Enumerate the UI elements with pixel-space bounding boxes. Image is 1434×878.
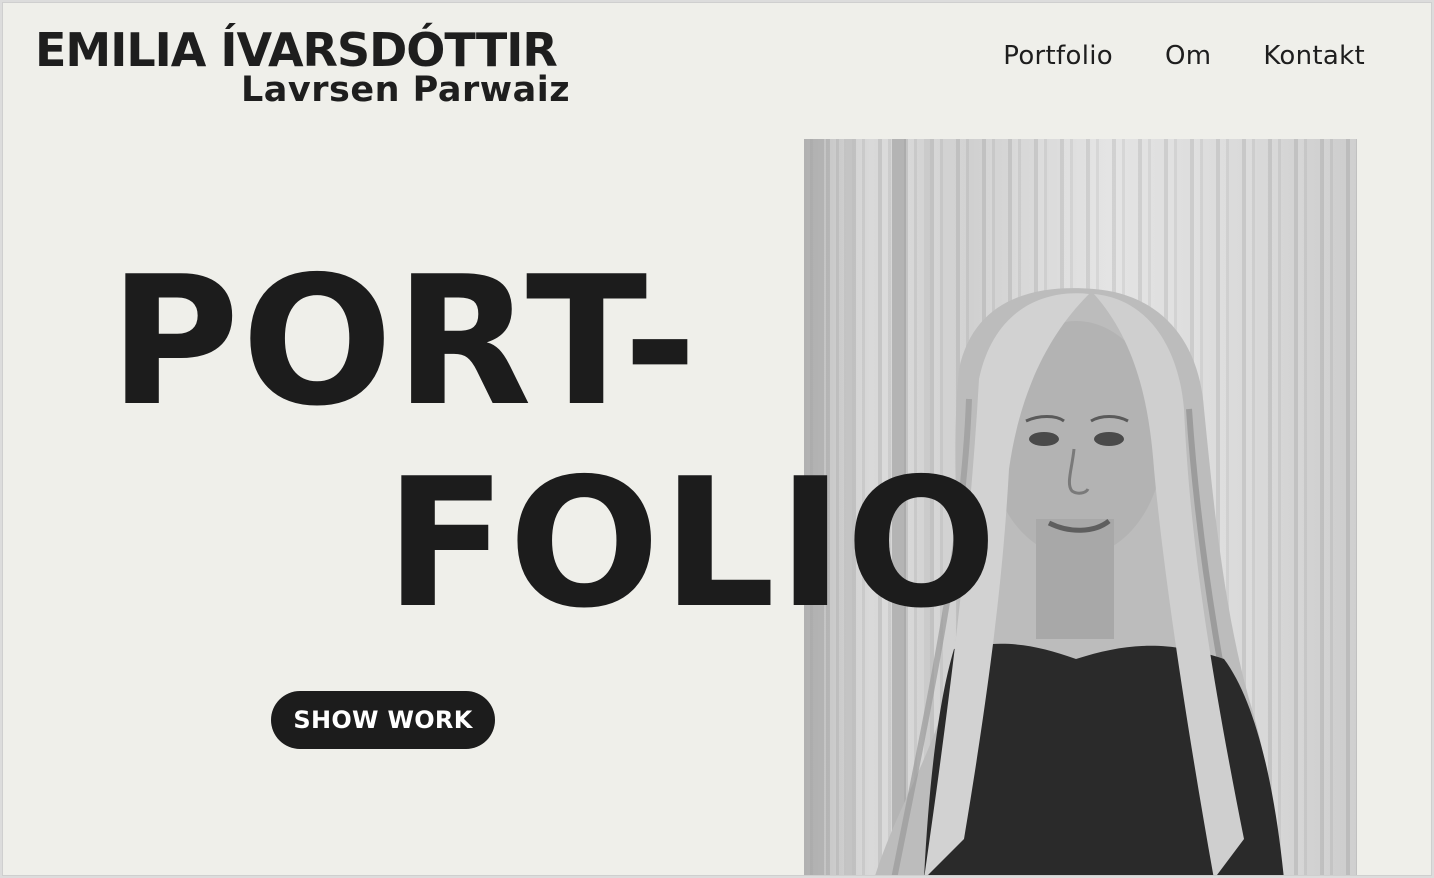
logo-name-line1: EMILIA ÍVARSDÓTTIR: [35, 23, 558, 77]
hero-title-line2: FOLIO: [385, 440, 999, 647]
nav-link-om[interactable]: Om: [1165, 41, 1211, 71]
show-work-button[interactable]: SHOW WORK: [271, 691, 495, 749]
nav-link-kontakt[interactable]: Kontakt: [1263, 41, 1365, 71]
nav-link-portfolio[interactable]: Portfolio: [1003, 41, 1113, 71]
hero-title-line1: PORT-: [109, 238, 699, 445]
main-nav: Portfolio Om Kontakt: [1003, 41, 1365, 71]
site-logo[interactable]: EMILIA ÍVARSDÓTTIR Lavrsen Parwaiz: [35, 23, 571, 110]
logo-name-line2: Lavrsen Parwaiz: [241, 70, 571, 110]
page-frame: EMILIA ÍVARSDÓTTIR Lavrsen Parwaiz Portf…: [2, 2, 1432, 876]
